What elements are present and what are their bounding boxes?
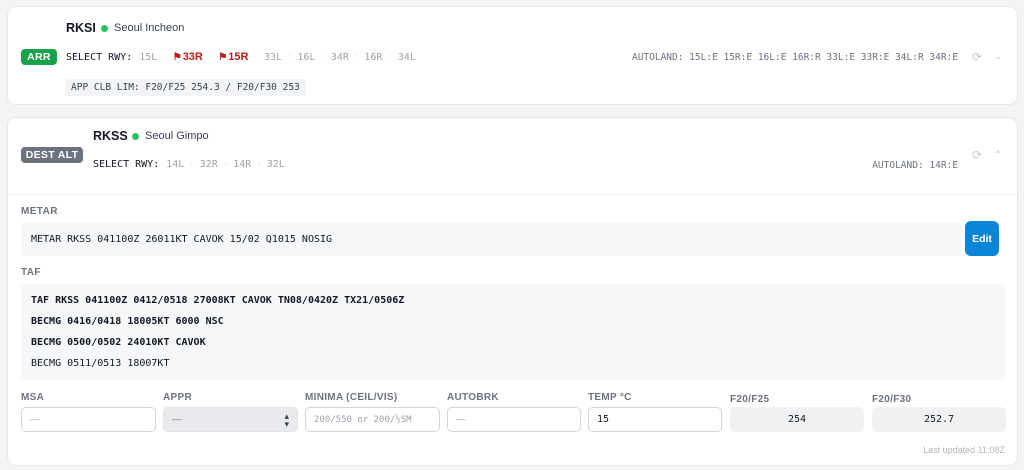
chevron-up-icon[interactable]: ⌃ (994, 150, 1002, 162)
separator: · (207, 52, 214, 62)
temp-input[interactable]: 15 (588, 407, 722, 432)
separator: · (162, 52, 168, 62)
flag-icon: ⚑ (172, 52, 182, 63)
refresh-icon[interactable]: ⟳ (972, 149, 982, 161)
role-badge: DEST ALT (21, 147, 83, 163)
taf-line: TAF RKSS 041100Z 0412/0518 27008KT CAVOK… (31, 295, 405, 306)
select-rwy-label: SELECT RWY: (93, 159, 160, 170)
separator: · (222, 159, 229, 170)
status-dot (132, 133, 139, 140)
autoland-status: AUTOLAND: 15L:E 15R:E 16L:E 16R:R 33L:E … (631, 52, 958, 63)
runway-option[interactable]: 14R (233, 159, 251, 170)
taf-line: BECMG 0511/0513 18007KT (31, 358, 170, 369)
autobrk-input[interactable]: — (447, 407, 581, 432)
autobrk-label: AUTOBRK (447, 392, 499, 403)
airport-name: Seoul Gimpo (145, 130, 209, 142)
runway-option[interactable]: 14L (166, 159, 184, 170)
metar-box: METAR RKSS 041100Z 26011KT CAVOK 15/02 Q… (21, 222, 961, 256)
runway-option[interactable]: 34R (331, 52, 349, 63)
last-updated: Last updated 11:08Z (923, 445, 1005, 455)
refresh-icon[interactable]: ⟳ (972, 51, 982, 63)
airport-code: RKSI (66, 21, 96, 35)
runway-option[interactable]: 16R (364, 52, 382, 63)
divider (8, 194, 1017, 195)
airport-code: RKSS (93, 129, 128, 143)
separator: · (286, 52, 293, 62)
minima-label: MINIMA (CEIL/VIS) (305, 392, 398, 403)
airport-card-rkss: RKSS Seoul Gimpo DEST ALT SELECT RWY: 14… (7, 117, 1018, 466)
runway-option[interactable]: 16L (297, 52, 315, 63)
f20f30-value: 252.7 (872, 407, 1006, 432)
autoland-status: AUTOLAND: 14R:E (872, 160, 958, 171)
select-arrows-icon: ▴ ▾ (284, 410, 289, 429)
separator: · (253, 52, 259, 62)
runway-selector: SELECT RWY: 14L · 32R · 14R · 32L (93, 159, 285, 170)
separator: · (189, 159, 195, 170)
edit-button[interactable]: Edit (965, 221, 999, 256)
chevron-down-icon[interactable]: ⌄ (994, 51, 1002, 63)
status-dot (101, 25, 108, 32)
separator: · (353, 52, 360, 62)
taf-label: TAF (21, 267, 41, 278)
taf-box: TAF RKSS 041100Z 0412/0518 27008KT CAVOK… (21, 284, 1006, 380)
appr-selected-value: — (172, 414, 182, 425)
taf-line: BECMG 0500/0502 24010KT CAVOK (31, 337, 206, 348)
appr-select[interactable]: — ▴ ▾ (163, 407, 298, 432)
climb-limit-chip: APP CLB LIM: F20/F25 254.3 / F20/F30 253 (65, 79, 306, 96)
airport-name: Seoul Incheon (114, 22, 185, 34)
airport-card-rksi: RKSI Seoul Incheon ARR SELECT RWY: 15L ·… (7, 6, 1018, 105)
msa-input[interactable]: — (21, 407, 156, 432)
runway-option[interactable]: 32L (267, 159, 285, 170)
appr-label: APPR (163, 392, 192, 403)
f20f25-value: 254 (730, 407, 864, 432)
runway-option[interactable]: 34L (398, 52, 416, 63)
taf-line: BECMG 0416/0418 18005KT 6000 NSC (31, 316, 224, 327)
f20f30-label: F20/F30 (872, 394, 912, 405)
separator: · (387, 52, 393, 62)
runway-option[interactable]: 33L (264, 52, 282, 63)
runway-option-selected[interactable]: ⚑33R (173, 51, 203, 63)
runway-selector: SELECT RWY: 15L · ⚑33R · ⚑15R · 33L · 16… (66, 51, 416, 63)
temp-label: TEMP °C (588, 392, 632, 403)
f20f25-label: F20/F25 (730, 394, 770, 405)
msa-label: MSA (21, 392, 45, 403)
separator: · (256, 159, 262, 170)
metar-label: METAR (21, 206, 58, 217)
separator: · (320, 52, 326, 62)
minima-input[interactable]: 200/550 or 200/½SM (305, 407, 440, 432)
runway-option-selected[interactable]: ⚑15R (218, 51, 248, 63)
runway-option[interactable]: 32R (200, 159, 218, 170)
metar-text: METAR RKSS 041100Z 26011KT CAVOK 15/02 Q… (31, 234, 333, 245)
select-rwy-label: SELECT RWY: (66, 51, 133, 63)
flag-icon: ⚑ (218, 52, 228, 63)
role-badge: ARR (21, 49, 57, 65)
runway-option[interactable]: 15L (139, 52, 157, 63)
